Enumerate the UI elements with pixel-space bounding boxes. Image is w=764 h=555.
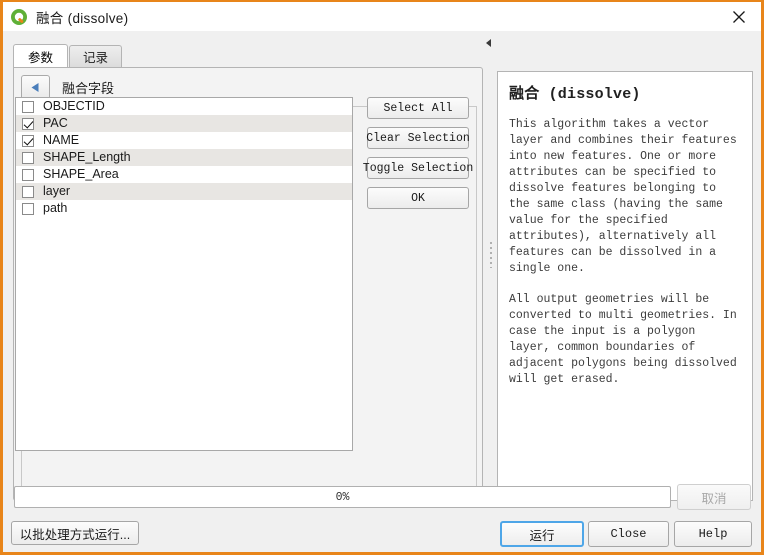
field-name: NAME [43,133,80,148]
field-name: layer [43,184,71,199]
field-checkbox[interactable] [22,134,34,147]
help-paragraph: This algorithm takes a vector layer and … [509,118,737,275]
window-title: 融合 (dissolve) [36,10,129,26]
help-button[interactable]: Help [674,521,752,547]
run-as-batch-button[interactable]: 以批处理方式运行... [11,521,139,545]
list-item[interactable]: layer [16,183,352,200]
close-button[interactable]: Close [588,521,669,547]
run-button-label: 运行 [529,528,555,543]
list-item[interactable]: SHAPE_Area [16,166,352,183]
panel-splitter[interactable] [485,37,497,477]
cancel-button-label: 取消 [701,491,727,506]
splitter-grip-icon [490,242,492,268]
cancel-button: 取消 [677,484,751,510]
qgis-logo-icon [10,8,28,26]
progress-bar: 0% [14,486,671,508]
tab-bar: 参数 记录 [13,44,123,67]
dissolve-field-label: 融合字段 [62,81,115,96]
field-name: SHAPE_Length [43,150,131,165]
help-paragraph: All output geometries will be converted … [509,293,737,386]
tab-log-label: 记录 [83,51,109,65]
field-name: path [43,201,68,216]
list-item[interactable]: NAME [16,132,352,149]
list-item[interactable]: OBJECTID [16,98,352,115]
field-checkbox[interactable] [22,100,34,113]
dissolve-dialog-window: 融合 (dissolve) 参数 记录 融合字段 OBJECTID PAC NA… [0,0,764,555]
field-checkbox[interactable] [22,117,34,130]
dialog-body: 参数 记录 融合字段 OBJECTID PAC NAME SHAPE_Lengt… [3,31,761,552]
progress-label: 0% [335,490,350,504]
field-checkbox[interactable] [22,185,34,198]
list-item[interactable]: SHAPE_Length [16,149,352,166]
toggle-selection-button[interactable]: Toggle Selection [363,157,473,179]
list-item[interactable]: PAC [16,115,352,132]
run-button[interactable]: 运行 [500,521,584,547]
list-item[interactable]: path [16,200,352,217]
title-bar: 融合 (dissolve) [3,2,761,31]
field-name: SHAPE_Area [43,167,119,182]
tab-parameters-label: 参数 [28,50,54,65]
field-name: OBJECTID [43,99,105,114]
help-button-label: Help [698,527,728,541]
selection-buttons: Select All Clear Selection Toggle Select… [363,97,473,209]
field-name: PAC [43,116,68,131]
field-checkbox[interactable] [22,168,34,181]
run-as-batch-label: 以批处理方式运行... [19,527,131,542]
tab-log[interactable]: 记录 [69,45,123,67]
select-all-button[interactable]: Select All [367,97,469,119]
field-checkbox[interactable] [22,151,34,164]
clear-selection-button[interactable]: Clear Selection [366,127,470,149]
field-list[interactable]: OBJECTID PAC NAME SHAPE_Length SHAPE_Are… [15,97,353,451]
tab-parameters[interactable]: 参数 [13,44,69,67]
close-icon[interactable] [717,2,761,31]
ok-button[interactable]: OK [367,187,469,209]
help-panel: 融合 (dissolve) This algorithm takes a vec… [497,71,753,501]
close-button-label: Close [610,527,647,541]
help-title: 融合 (dissolve) [509,86,641,103]
triangle-left-icon[interactable] [486,39,491,47]
field-checkbox[interactable] [22,202,34,215]
